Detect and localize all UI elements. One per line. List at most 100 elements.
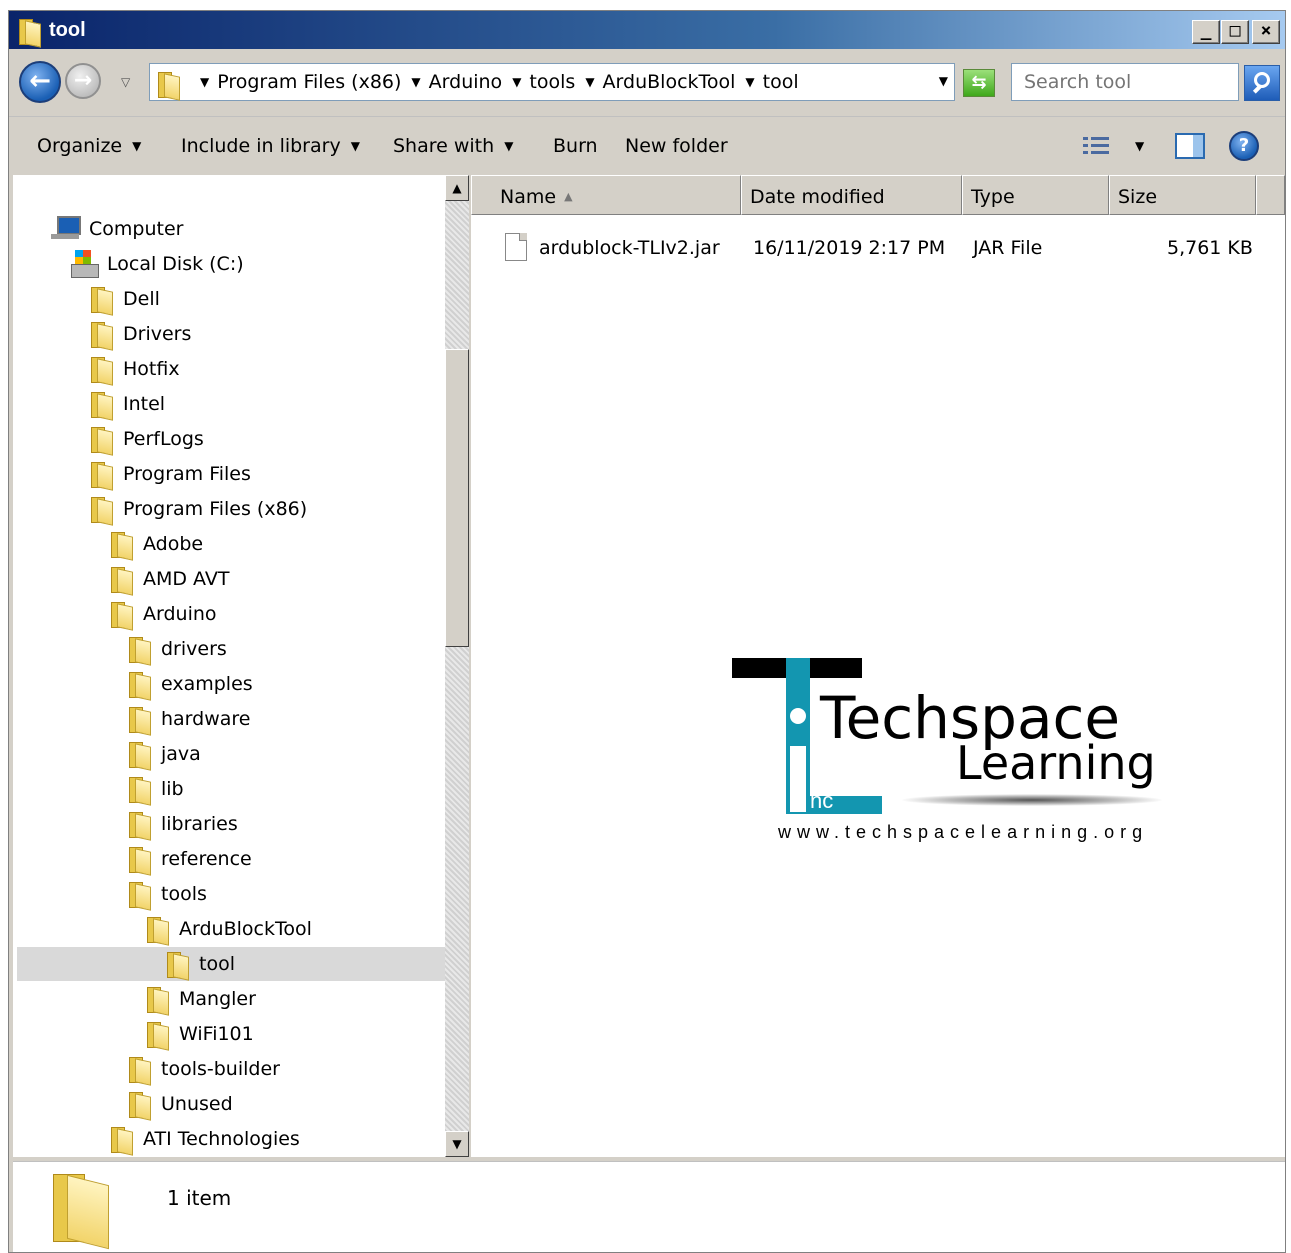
search-input[interactable] xyxy=(1012,64,1238,100)
folder-icon xyxy=(127,775,151,803)
title-bar[interactable]: tool _ □ × xyxy=(9,11,1285,49)
organize-button[interactable]: Organize ▼ xyxy=(37,135,141,157)
folder-icon xyxy=(127,880,151,908)
navigation-pane: Computer Local Disk (C:) Dell Drivers Ho… xyxy=(13,175,469,1157)
tree-item-examples[interactable]: examples xyxy=(127,667,253,701)
minimize-button[interactable]: _ xyxy=(1192,20,1220,44)
file-date-modified: 16/11/2019 2:17 PM xyxy=(753,237,946,259)
tree-item-perflogs[interactable]: PerfLogs xyxy=(89,422,204,456)
breadcrumb-arduino[interactable]: Arduino xyxy=(429,71,503,93)
tree-item-drivers-arduino[interactable]: drivers xyxy=(127,632,227,666)
tree-item-computer[interactable]: Computer xyxy=(51,212,183,246)
details-pane: 1 item xyxy=(13,1161,1285,1252)
close-button[interactable]: × xyxy=(1252,20,1280,44)
forward-button[interactable]: → xyxy=(65,63,101,99)
tree-item-ati-technologies[interactable]: ATI Technologies xyxy=(109,1122,300,1156)
back-button[interactable]: ← xyxy=(19,61,61,103)
include-in-library-button[interactable]: Include in library ▼ xyxy=(181,135,360,157)
folder-icon xyxy=(127,810,151,838)
chevron-down-icon[interactable]: ▼ xyxy=(585,75,594,89)
maximize-button[interactable]: □ xyxy=(1221,20,1249,44)
tree-item-drivers[interactable]: Drivers xyxy=(89,317,191,351)
change-view-icon[interactable] xyxy=(1083,135,1111,159)
folder-icon xyxy=(109,600,133,628)
tree-item-ardublocktool[interactable]: ArduBlockTool xyxy=(145,912,312,946)
folder-icon xyxy=(17,17,41,45)
breadcrumb-tools[interactable]: tools xyxy=(529,71,575,93)
logo-line2: Learning xyxy=(956,736,1156,790)
column-header-size[interactable]: Size xyxy=(1109,175,1256,215)
address-dropdown-icon[interactable]: ▼ xyxy=(939,74,948,88)
breadcrumb: ▼ Program Files (x86) ▼ Arduino ▼ tools … xyxy=(190,71,799,93)
tree-item-java[interactable]: java xyxy=(127,737,201,771)
address-box[interactable]: ▼ Program Files (x86) ▼ Arduino ▼ tools … xyxy=(149,63,955,101)
column-header-type[interactable]: Type xyxy=(962,175,1109,215)
folder-icon xyxy=(89,285,113,313)
tree-item-hotfix[interactable]: Hotfix xyxy=(89,352,180,386)
local-disk-icon xyxy=(69,250,99,278)
tree-item-local-disk[interactable]: Local Disk (C:) xyxy=(69,247,244,281)
window-title: tool xyxy=(49,19,86,41)
help-icon[interactable]: ? xyxy=(1229,131,1259,161)
tree-item-adobe[interactable]: Adobe xyxy=(109,527,203,561)
burn-button[interactable]: Burn xyxy=(553,135,598,157)
preview-pane-icon[interactable] xyxy=(1175,133,1205,159)
chevron-down-icon: ▼ xyxy=(350,139,360,153)
recent-pages-dropdown[interactable]: ▽ xyxy=(121,75,130,89)
table-row[interactable]: ardublock-TLIv2.jar 16/11/2019 2:17 PM J… xyxy=(505,231,1265,265)
folder-icon xyxy=(127,1055,151,1083)
scroll-down-button[interactable]: ▼ xyxy=(445,1131,469,1157)
search-box[interactable] xyxy=(1011,63,1239,101)
explorer-window: tool _ □ × ← → ▽ ▼ Program Files (x86) ▼… xyxy=(8,10,1286,1253)
folder-icon xyxy=(89,460,113,488)
logo-url: www.techspacelearning.org xyxy=(778,822,1149,842)
tree-item-lib[interactable]: lib xyxy=(127,772,184,806)
breadcrumb-ardublocktool[interactable]: ArduBlockTool xyxy=(603,71,736,93)
breadcrumb-program-files-x86[interactable]: Program Files (x86) xyxy=(217,71,401,93)
folder-icon xyxy=(127,635,151,663)
address-bar: ← → ▽ ▼ Program Files (x86) ▼ Arduino ▼ … xyxy=(9,49,1285,117)
chevron-down-icon[interactable]: ▼ xyxy=(200,75,209,89)
column-header-date-modified[interactable]: Date modified xyxy=(741,175,962,215)
tree-item-hardware[interactable]: hardware xyxy=(127,702,251,736)
tree-item-tools[interactable]: tools xyxy=(127,877,207,911)
chevron-down-icon[interactable]: ▼ xyxy=(512,75,521,89)
tree-item-libraries[interactable]: libraries xyxy=(127,807,238,841)
search-button[interactable] xyxy=(1244,65,1280,101)
tree-item-wifi101[interactable]: WiFi101 xyxy=(145,1017,254,1051)
tree-item-tool-selected[interactable]: tool xyxy=(17,947,445,981)
tree-item-unused[interactable]: Unused xyxy=(127,1087,233,1121)
tree-item-amd-avt[interactable]: AMD AVT xyxy=(109,562,229,596)
tree-item-program-files[interactable]: Program Files xyxy=(89,457,251,491)
folder-icon xyxy=(127,670,151,698)
chevron-down-icon[interactable]: ▼ xyxy=(745,75,754,89)
breadcrumb-tool[interactable]: tool xyxy=(763,71,799,93)
tree-item-arduino[interactable]: Arduino xyxy=(109,597,217,631)
view-options-dropdown-icon[interactable]: ▼ xyxy=(1135,139,1144,153)
share-with-button[interactable]: Share with ▼ xyxy=(393,135,513,157)
tree-item-reference[interactable]: reference xyxy=(127,842,252,876)
tree-item-dell[interactable]: Dell xyxy=(89,282,160,316)
folder-icon xyxy=(145,1020,169,1048)
folder-icon xyxy=(89,390,113,418)
folder-icon xyxy=(89,320,113,348)
tree-item-tools-builder[interactable]: tools-builder xyxy=(127,1052,280,1086)
file-type: JAR File xyxy=(973,237,1043,259)
folder-icon xyxy=(127,1090,151,1118)
tree-item-intel[interactable]: Intel xyxy=(89,387,165,421)
folder-icon xyxy=(145,985,169,1013)
refresh-button[interactable]: ⇆ xyxy=(963,69,995,97)
nav-pane-scrollbar[interactable]: ▲ ▼ xyxy=(445,175,469,1157)
column-header-name[interactable]: Name ▲ xyxy=(471,175,741,215)
tree-item-mangler[interactable]: Mangler xyxy=(145,982,256,1016)
folder-icon xyxy=(89,425,113,453)
chevron-down-icon[interactable]: ▼ xyxy=(411,75,420,89)
tree-item-program-files-x86[interactable]: Program Files (x86) xyxy=(89,492,307,526)
new-folder-button[interactable]: New folder xyxy=(625,135,728,157)
sort-ascending-icon: ▲ xyxy=(564,190,573,203)
chevron-down-icon: ▼ xyxy=(132,139,142,153)
scrollbar-thumb[interactable] xyxy=(445,349,469,647)
techspace-learning-logo: nc Techspace Learning www.techspacelearn… xyxy=(732,658,1172,858)
folder-icon xyxy=(165,950,189,978)
scroll-up-button[interactable]: ▲ xyxy=(445,175,469,201)
